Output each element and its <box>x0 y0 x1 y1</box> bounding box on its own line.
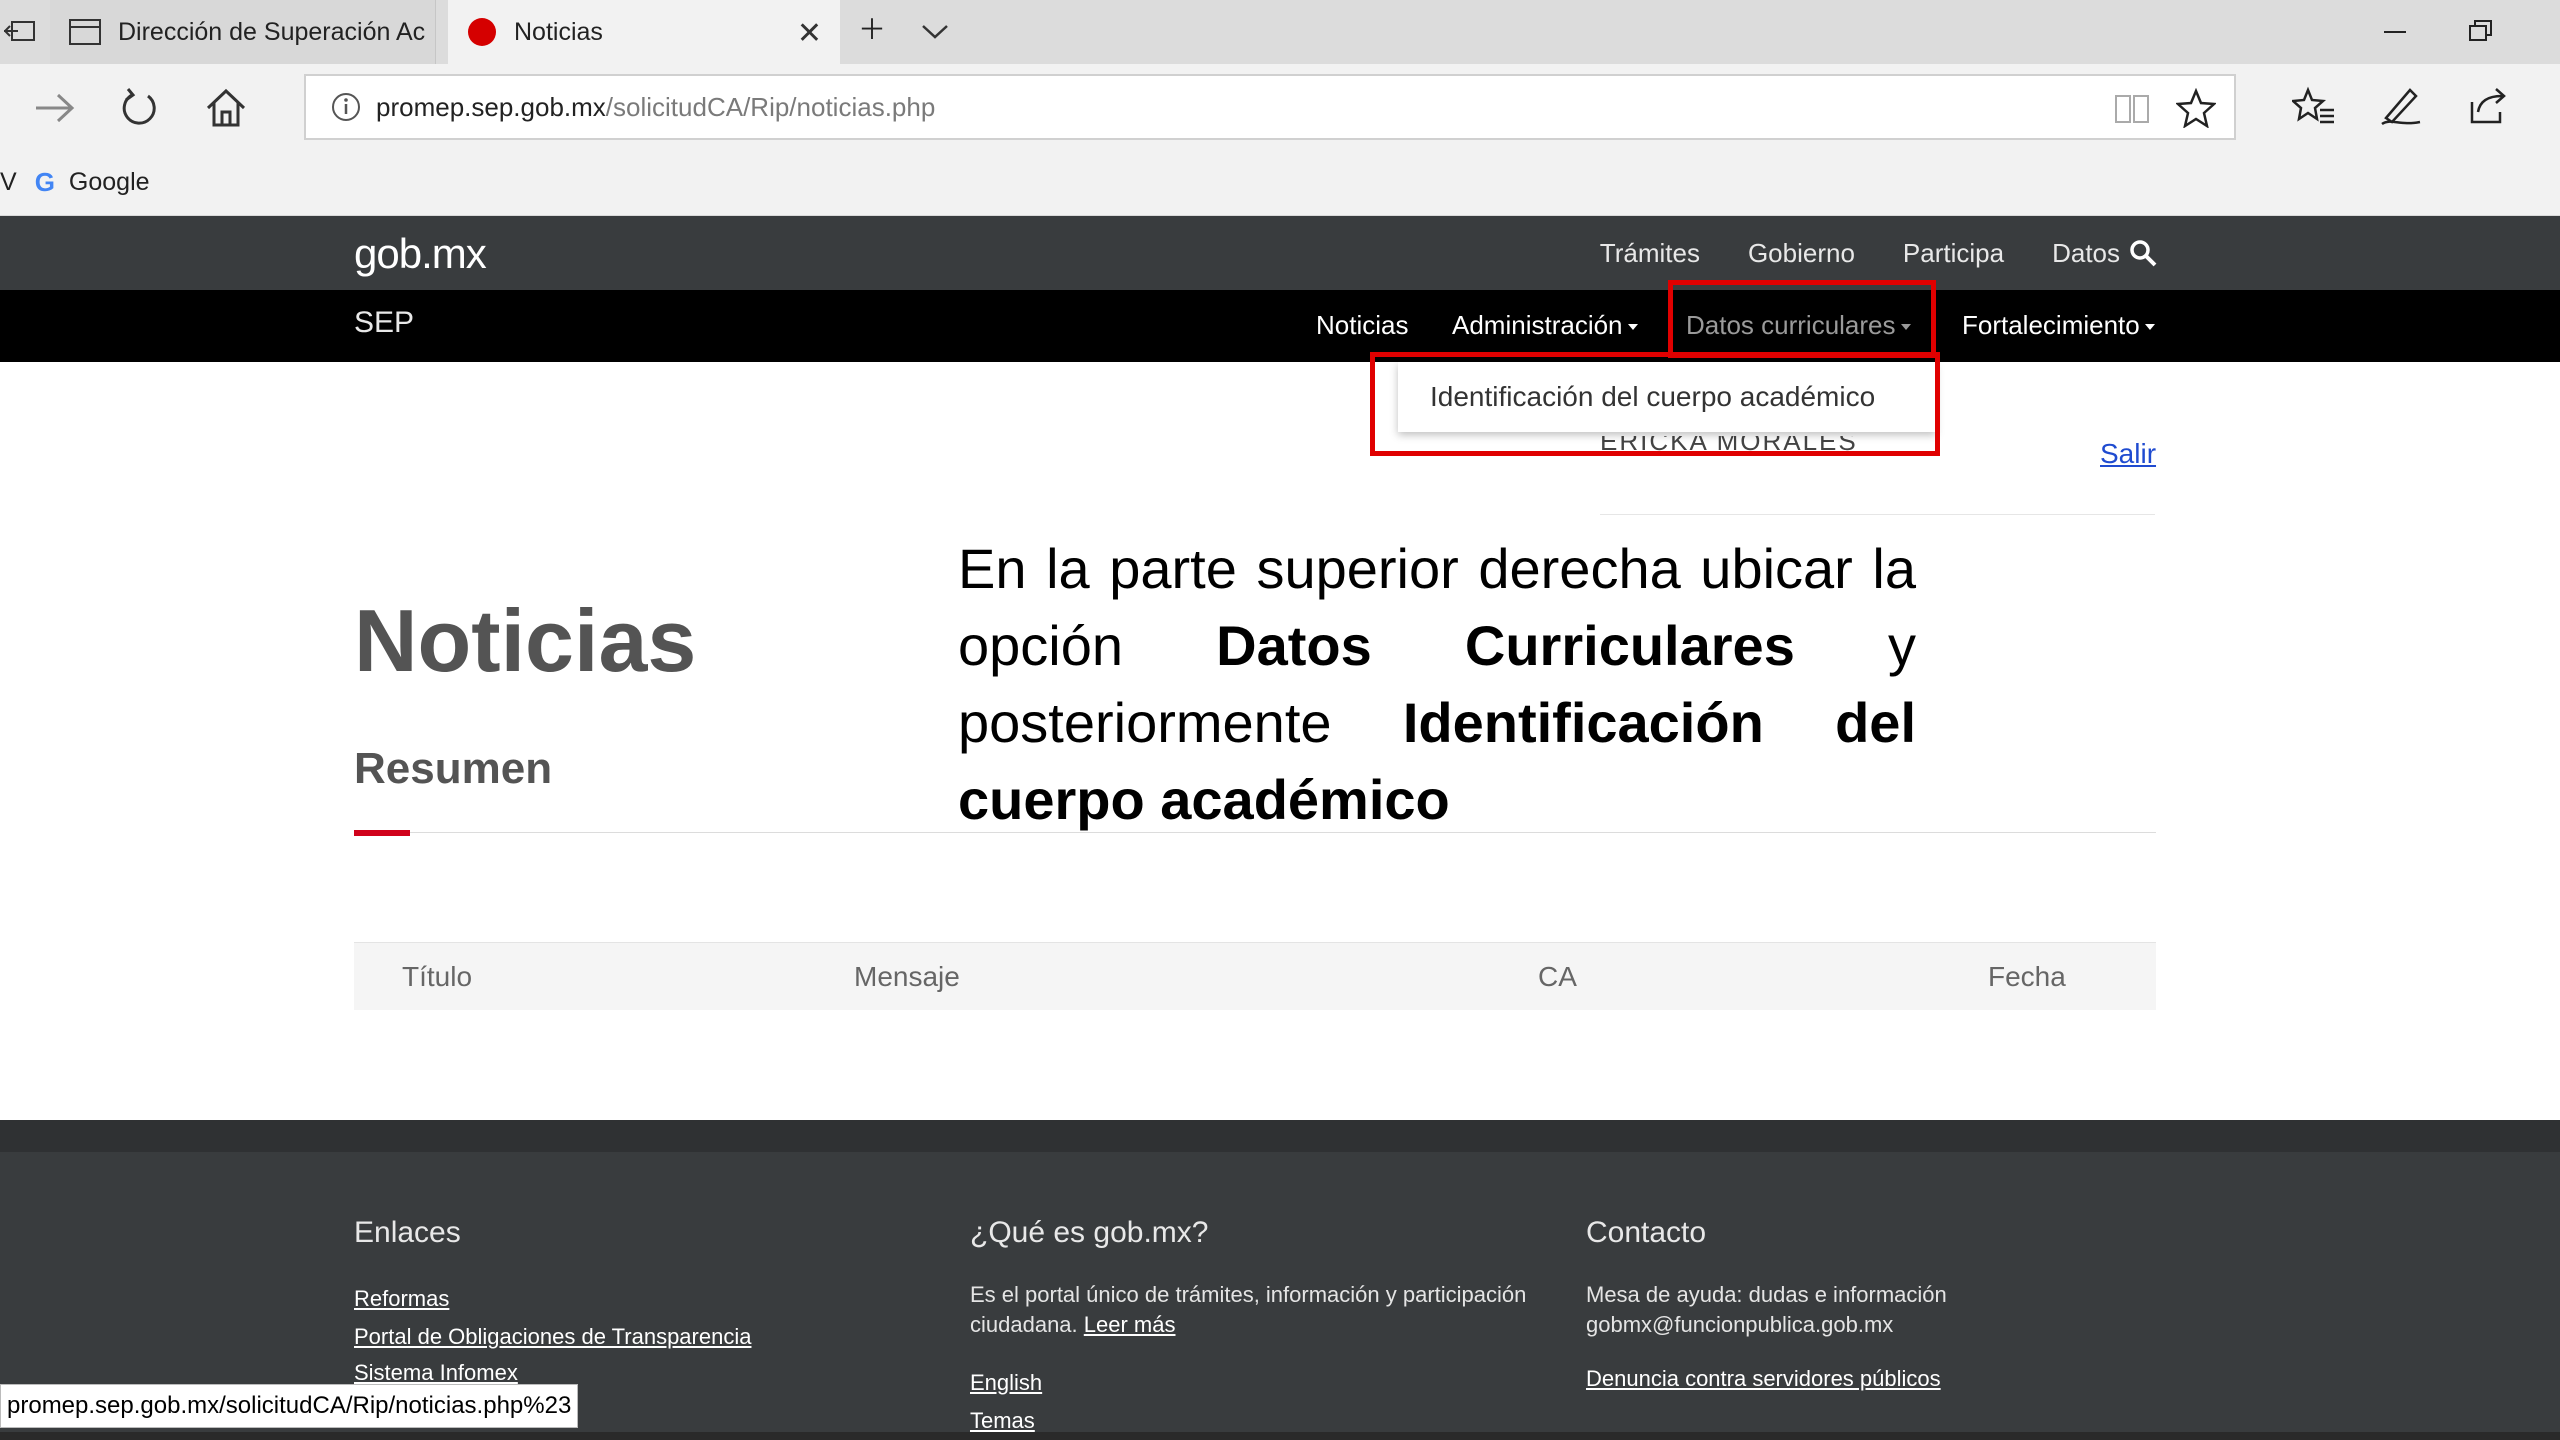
tab-direccion[interactable]: Dirección de Superación Ac <box>50 0 436 64</box>
forward-icon[interactable] <box>26 80 82 136</box>
footer-que-es-text: Es el portal único de trámites, informac… <box>970 1280 1560 1340</box>
column-header-ca: CA <box>1538 961 1577 992</box>
url-input[interactable]: promep.sep.gob.mx/solicitudCA/Rip/notici… <box>304 74 2236 140</box>
nav-participa[interactable]: Participa <box>1903 238 2004 269</box>
footer-top-band <box>0 1120 2560 1152</box>
url-path: /solicitudCA/Rip/noticias.php <box>605 91 936 122</box>
column-header-mensaje: Mensaje <box>854 961 960 992</box>
share-icon[interactable] <box>2466 84 2510 128</box>
column-header-fecha: Fecha <box>1988 961 2066 992</box>
gob-header: gob.mx Trámites Gobierno Participa Datos <box>0 216 2560 290</box>
highlight-datos-curriculares <box>1668 280 1936 358</box>
footer-que-es-description: Es el portal único de trámites, informac… <box>970 1282 1527 1337</box>
highlight-dropdown <box>1370 352 1940 456</box>
tab-actions-icon[interactable] <box>4 18 36 46</box>
footer-link-infomex[interactable]: Sistema Infomex <box>354 1360 518 1386</box>
news-table-header: Título Mensaje CA Fecha <box>354 942 2156 1010</box>
footer-contacto-title: Contacto <box>1586 1216 1707 1249</box>
column-header-titulo: Título <box>402 961 473 992</box>
nav-administracion[interactable]: Administración <box>1452 310 1638 341</box>
restore-icon[interactable] <box>2466 18 2496 46</box>
browser-tab-bar: Dirección de Superación Ac Noticias ✕ ＋ <box>0 0 2560 64</box>
minimize-icon[interactable] <box>2380 20 2410 44</box>
caret-down-icon <box>1627 324 1638 331</box>
instruction-text: En la parte superior derecha ubicar la o… <box>958 530 1916 838</box>
footer-link-english[interactable]: English <box>970 1370 1042 1396</box>
gob-top-nav: Trámites Gobierno Participa Datos <box>1552 216 2120 290</box>
nav-noticias[interactable]: Noticias <box>1316 310 1408 341</box>
favorite-star-icon[interactable] <box>2176 88 2216 128</box>
section-subtitle: Resumen <box>354 744 553 793</box>
page-icon <box>69 19 101 45</box>
accent-bar <box>354 830 410 836</box>
reading-view-icon[interactable] <box>2112 90 2152 126</box>
gob-logo[interactable]: gob.mx <box>354 230 487 278</box>
tab-noticias[interactable]: Noticias ✕ <box>448 0 840 64</box>
favorite-item[interactable]: V <box>0 168 17 197</box>
divider <box>1600 514 2155 515</box>
address-bar: promep.sep.gob.mx/solicitudCA/Rip/notici… <box>0 64 2560 150</box>
url-host: promep.sep.gob.mx <box>376 91 606 122</box>
nav-gobierno[interactable]: Gobierno <box>1748 238 1855 269</box>
caret-down-icon <box>2144 324 2155 331</box>
favorites-hub-icon[interactable] <box>2292 86 2336 128</box>
google-icon: G <box>34 167 55 197</box>
footer-contacto-line: Mesa de ayuda: dudas e información <box>1586 1282 1947 1307</box>
logout-link[interactable]: Salir <box>2100 438 2156 470</box>
bottom-strip <box>0 1432 2560 1440</box>
instruction-bold-datos-curriculares: Datos Curriculares <box>1216 614 1795 677</box>
info-icon[interactable] <box>330 91 362 123</box>
footer-link-temas[interactable]: Temas <box>970 1408 1035 1434</box>
footer-enlaces-title: Enlaces <box>354 1216 461 1249</box>
nav-tramites[interactable]: Trámites <box>1600 238 1700 269</box>
new-tab-icon[interactable]: ＋ <box>858 8 886 48</box>
favorite-google[interactable]: Google <box>69 168 150 197</box>
footer-link-denuncia[interactable]: Denuncia contra servidores públicos <box>1586 1366 1941 1392</box>
sep-nav-bar: SEP Noticias Administración Datos curric… <box>0 290 2560 362</box>
sep-favicon-icon <box>468 18 496 46</box>
tab-label: Dirección de Superación Ac <box>118 17 426 46</box>
status-bar-url: promep.sep.gob.mx/solicitudCA/Rip/notici… <box>0 1384 579 1428</box>
favorites-bar: V G Google <box>0 150 2560 216</box>
nav-administracion-label: Administración <box>1452 310 1623 340</box>
section-title: SEP <box>354 306 415 339</box>
nav-fortalecimiento[interactable]: Fortalecimiento <box>1962 310 2155 341</box>
home-icon[interactable] <box>198 80 254 136</box>
chevron-down-icon[interactable] <box>920 22 950 42</box>
nav-datos[interactable]: Datos <box>2052 238 2120 269</box>
page-title: Noticias <box>354 591 697 690</box>
pen-icon[interactable] <box>2380 84 2424 128</box>
footer-contacto-email: gobmx@funcionpublica.gob.mx <box>1586 1312 1894 1337</box>
url-text: promep.sep.gob.mx/solicitudCA/Rip/notici… <box>376 92 935 123</box>
footer-leer-mas-link[interactable]: Leer más <box>1084 1312 1176 1337</box>
footer-link-transparencia[interactable]: Portal de Obligaciones de Transparencia <box>354 1324 751 1350</box>
tab-label: Noticias <box>514 17 603 46</box>
search-icon[interactable] <box>2128 238 2158 268</box>
refresh-icon[interactable] <box>112 80 168 136</box>
footer-que-es-title: ¿Qué es gob.mx? <box>970 1216 1209 1249</box>
footer-link-reformas[interactable]: Reformas <box>354 1286 449 1312</box>
close-icon[interactable]: ✕ <box>797 16 822 51</box>
nav-fortalecimiento-label: Fortalecimiento <box>1962 310 2140 340</box>
